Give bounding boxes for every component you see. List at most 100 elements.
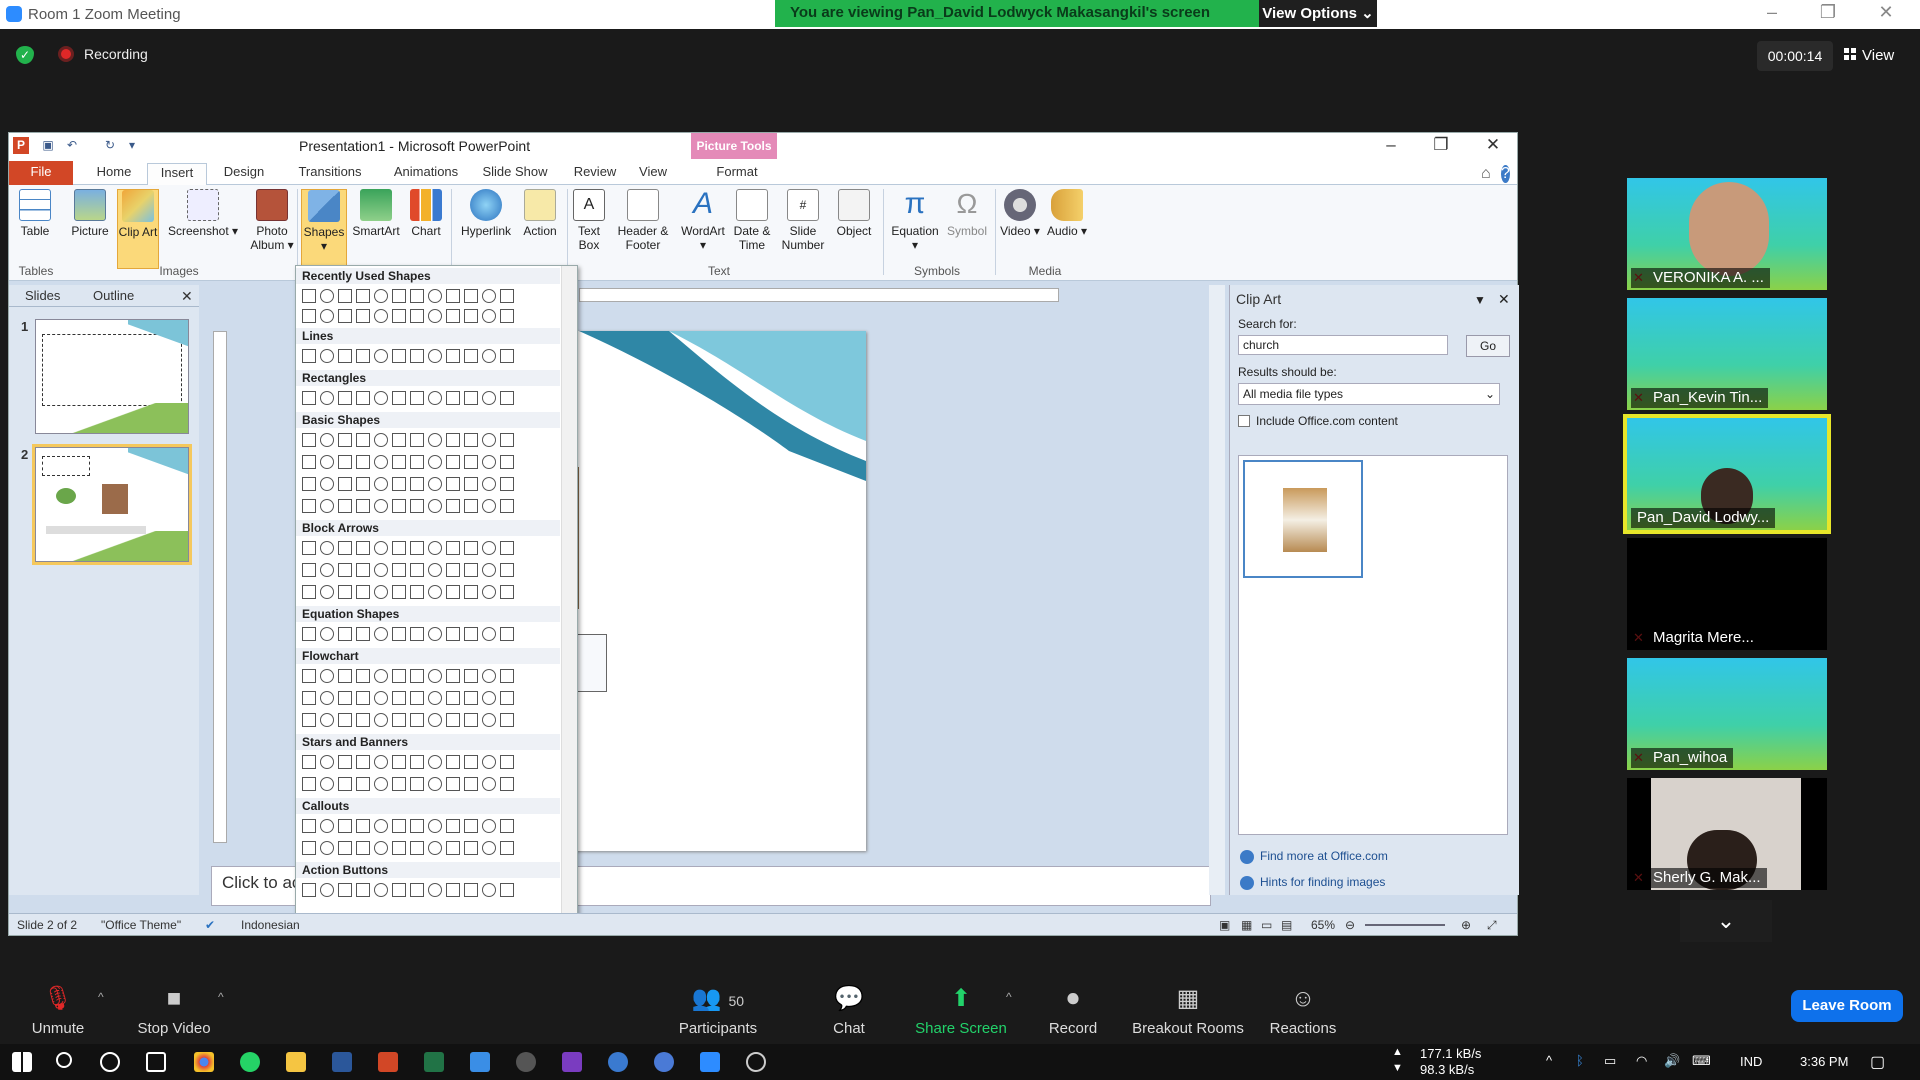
shape-option[interactable] (374, 541, 388, 555)
shape-option[interactable] (302, 627, 316, 641)
shape-option[interactable] (428, 713, 442, 727)
shape-option[interactable] (464, 349, 478, 363)
volume-icon[interactable]: 🔊 (1664, 1053, 1680, 1069)
excel-icon[interactable] (424, 1052, 444, 1072)
shape-option[interactable] (356, 391, 370, 405)
shape-option[interactable] (500, 841, 514, 855)
find-more-link[interactable]: Find more at Office.com (1240, 849, 1388, 864)
search-icon[interactable] (56, 1052, 72, 1068)
shape-option[interactable] (428, 841, 442, 855)
participant-tile[interactable]: ✕ Sherly G. Mak... (1627, 778, 1827, 890)
shape-option[interactable] (482, 349, 496, 363)
tab-home[interactable]: Home (83, 163, 145, 185)
file-explorer-icon[interactable] (286, 1052, 306, 1072)
close-pane-icon[interactable]: ✕ (181, 288, 193, 305)
basic-shapes-row[interactable] (300, 452, 560, 472)
shape-option[interactable] (464, 883, 478, 897)
shape-option[interactable] (446, 349, 460, 363)
table-button[interactable]: Table (15, 189, 55, 238)
shape-option[interactable] (500, 755, 514, 769)
shape-option[interactable] (410, 883, 424, 897)
zoom-out-icon[interactable]: ⊖ (1345, 918, 1355, 932)
shape-option[interactable] (446, 691, 460, 705)
shape-option[interactable] (338, 755, 352, 769)
view-button[interactable]: View (1844, 41, 1908, 71)
windows-start-icon[interactable] (12, 1052, 32, 1072)
shape-option[interactable] (446, 541, 460, 555)
shape-option[interactable] (482, 289, 496, 303)
shape-option[interactable] (500, 563, 514, 577)
shape-option[interactable] (464, 477, 478, 491)
shape-option[interactable] (482, 841, 496, 855)
shape-option[interactable] (302, 691, 316, 705)
shape-option[interactable] (464, 391, 478, 405)
unmute-button[interactable]: 🎙 Unmute (24, 986, 92, 1038)
close-icon[interactable]: ✕ (1866, 2, 1906, 23)
shape-option[interactable] (428, 819, 442, 833)
video-button[interactable]: Video ▾ (999, 189, 1041, 238)
word-icon[interactable] (332, 1052, 352, 1072)
shape-option[interactable] (320, 477, 334, 491)
shape-option[interactable] (374, 349, 388, 363)
language-status[interactable]: Indonesian (241, 918, 300, 932)
shape-option[interactable] (302, 455, 316, 469)
shape-option[interactable] (410, 563, 424, 577)
shape-option[interactable] (464, 433, 478, 447)
shape-option[interactable] (302, 349, 316, 363)
shape-option[interactable] (356, 309, 370, 323)
shape-option[interactable] (392, 777, 406, 791)
participant-tile-active-speaker[interactable]: Pan_David Lodwy... (1623, 414, 1831, 534)
stop-video-button[interactable]: ■ Stop Video (130, 986, 218, 1038)
basic-shapes-row[interactable] (300, 430, 560, 450)
shape-option[interactable] (374, 289, 388, 303)
tab-animations[interactable]: Animations (381, 163, 471, 185)
shape-option[interactable] (302, 585, 316, 599)
shape-option[interactable] (464, 627, 478, 641)
zoom-taskbar-icon[interactable] (700, 1052, 720, 1072)
shape-option[interactable] (338, 309, 352, 323)
shape-option[interactable] (392, 585, 406, 599)
shape-option[interactable] (428, 433, 442, 447)
ppt-restore-icon[interactable]: ❐ (1423, 135, 1459, 155)
participant-tile[interactable]: ✕ Magrita Mere... (1627, 538, 1827, 650)
shape-option[interactable] (338, 541, 352, 555)
slide-number-button[interactable]: # Slide Number (779, 189, 827, 252)
shape-option[interactable] (428, 455, 442, 469)
shape-option[interactable] (482, 819, 496, 833)
shape-option[interactable] (356, 755, 370, 769)
chat-button[interactable]: 💬 Chat (826, 986, 872, 1038)
shape-option[interactable] (374, 755, 388, 769)
shape-option[interactable] (392, 391, 406, 405)
shape-option[interactable] (392, 433, 406, 447)
reading-view-icon[interactable]: ▭ (1261, 918, 1272, 932)
smartart-button[interactable]: SmartArt (351, 189, 401, 238)
shape-option[interactable] (392, 755, 406, 769)
shape-option[interactable] (320, 391, 334, 405)
shape-option[interactable] (482, 541, 496, 555)
shape-option[interactable] (374, 585, 388, 599)
shape-option[interactable] (338, 883, 352, 897)
participant-tile[interactable]: ✕ Pan_Kevin Tin... (1627, 298, 1827, 410)
shape-option[interactable] (446, 841, 460, 855)
shape-option[interactable] (320, 455, 334, 469)
shape-option[interactable] (338, 477, 352, 491)
minimize-icon[interactable]: – (1752, 2, 1792, 23)
clip-art-search-input[interactable]: church (1238, 335, 1448, 355)
shape-option[interactable] (302, 289, 316, 303)
shape-option[interactable] (482, 755, 496, 769)
shape-option[interactable] (446, 819, 460, 833)
shape-option[interactable] (392, 477, 406, 491)
shape-option[interactable] (428, 691, 442, 705)
zoom-in-icon[interactable]: ⊕ (1461, 918, 1471, 932)
shape-option[interactable] (302, 433, 316, 447)
shape-option[interactable] (446, 713, 460, 727)
shape-option[interactable] (500, 777, 514, 791)
shape-option[interactable] (374, 455, 388, 469)
shape-option[interactable] (500, 309, 514, 323)
security-shield-icon[interactable]: ✓ (16, 46, 34, 64)
shape-option[interactable] (500, 883, 514, 897)
shape-option[interactable] (482, 669, 496, 683)
shape-option[interactable] (356, 349, 370, 363)
shape-option[interactable] (356, 627, 370, 641)
shape-option[interactable] (392, 627, 406, 641)
